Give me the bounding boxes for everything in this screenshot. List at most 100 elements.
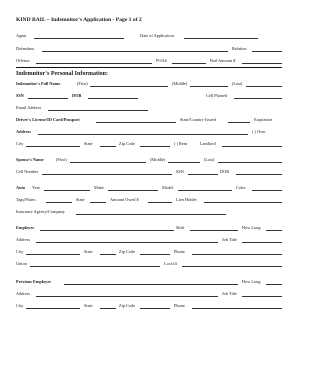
email-label: Email Address	[16, 105, 42, 110]
agent-field[interactable]	[34, 38, 124, 39]
make-label: Make	[94, 185, 104, 190]
relation-field[interactable]	[252, 51, 282, 52]
spouse-dob-field[interactable]	[236, 174, 282, 175]
employer-field[interactable]	[40, 230, 174, 231]
state-issued-field[interactable]	[228, 122, 250, 123]
insurance-label: Insurance Agency/Company	[16, 209, 65, 214]
spouse-last-label: (Last)	[204, 157, 215, 162]
middle-label: (Middle)	[172, 81, 188, 86]
date-of-application-field[interactable]	[184, 38, 258, 39]
previous-address-field[interactable]	[36, 296, 218, 297]
spouse-ssn-field[interactable]	[188, 174, 218, 175]
spouse-first-label: (First)	[56, 157, 67, 162]
poa-label: POA#	[156, 58, 167, 63]
employer-label: Employer	[16, 225, 35, 230]
auto-state-field[interactable]	[90, 202, 106, 203]
previous-zip-field[interactable]	[140, 308, 170, 309]
cell-phone-field[interactable]	[234, 98, 282, 99]
previous-how-long-label: How Long	[242, 279, 261, 284]
tags-label: Tags/Plates	[16, 197, 36, 202]
cell-phone-label: Cell Phone#	[206, 93, 228, 98]
rent-option[interactable]: ( ) Rent	[174, 141, 187, 146]
spouse-cell-field[interactable]	[42, 174, 172, 175]
license-field[interactable]	[96, 122, 176, 123]
agent-label: Agent	[16, 33, 27, 38]
full-name-label: Indemnitor's Full Name	[16, 81, 61, 86]
local-field[interactable]	[182, 266, 282, 267]
model-field[interactable]	[178, 190, 232, 191]
state-field[interactable]	[100, 146, 116, 147]
email-field[interactable]	[48, 110, 148, 111]
address-field[interactable]	[38, 134, 248, 135]
auto-label: Auto	[16, 185, 26, 190]
employer-city-field[interactable]	[26, 254, 80, 255]
last-label: (Last)	[232, 81, 243, 86]
employer-address-field[interactable]	[36, 242, 218, 243]
offense-label: Offense	[16, 58, 30, 63]
own-option[interactable]: ( ) Own	[252, 129, 265, 134]
bail-amount-label: Bail Amount $	[210, 58, 236, 63]
model-label: Model	[162, 185, 174, 190]
employer-city-label: City	[16, 249, 24, 254]
how-long-field[interactable]	[266, 230, 282, 231]
amount-owed-field[interactable]	[148, 202, 172, 203]
previous-phone-field[interactable]	[192, 308, 282, 309]
previous-phone-label: Phone	[174, 303, 185, 308]
previous-job-title-field[interactable]	[242, 296, 282, 297]
previous-job-title-label: Job Title	[222, 291, 237, 296]
previous-state-field[interactable]	[100, 308, 116, 309]
zip-field[interactable]	[140, 146, 170, 147]
union-label: Union	[16, 261, 27, 266]
expiration-label: Expiration	[254, 117, 273, 122]
city-label: City	[16, 141, 24, 146]
spouse-ssn-label: SSN	[176, 169, 184, 174]
previous-employer-label: Previous Employer	[16, 279, 52, 284]
insurance-field[interactable]	[76, 214, 226, 215]
address-label: Address	[16, 129, 31, 134]
union-field[interactable]	[30, 266, 160, 267]
previous-how-long-field[interactable]	[266, 284, 282, 285]
spouse-first-field[interactable]	[70, 162, 146, 163]
ssn-field[interactable]	[28, 98, 68, 99]
spouse-dob-label: DOB	[220, 169, 230, 174]
employer-phone-field[interactable]	[192, 254, 282, 255]
date-of-application-label: Date of Application	[140, 33, 174, 38]
state-label: State	[84, 141, 93, 146]
offense-field[interactable]	[36, 63, 152, 64]
bail-amount-field[interactable]	[242, 63, 282, 64]
amount-owed-label: Amount Owed $	[110, 197, 139, 202]
spouse-cell-label: Cell Number	[16, 169, 39, 174]
year-field[interactable]	[44, 190, 90, 191]
landlord-label: Landlord	[200, 141, 216, 146]
defendant-field[interactable]	[42, 51, 228, 52]
tags-field[interactable]	[46, 202, 72, 203]
first-label: (First)	[77, 81, 88, 86]
lien-holder-field[interactable]	[204, 202, 282, 203]
last-name-field[interactable]	[246, 86, 282, 87]
employer-state-field[interactable]	[100, 254, 116, 255]
state-country-issued-label: State/Country Issued	[180, 117, 216, 122]
color-field[interactable]	[252, 190, 282, 191]
job-title-field[interactable]	[242, 242, 282, 243]
local-label: Local #	[164, 261, 178, 266]
shift-field[interactable]	[190, 230, 238, 231]
employer-zip-field[interactable]	[140, 254, 170, 255]
spouse-middle-field[interactable]	[168, 162, 200, 163]
auto-state-label: State	[76, 197, 85, 202]
poa-field[interactable]	[172, 63, 206, 64]
make-field[interactable]	[108, 190, 158, 191]
landlord-field[interactable]	[222, 146, 282, 147]
previous-state-label: State	[84, 303, 93, 308]
dob-field[interactable]	[88, 98, 138, 99]
previous-city-field[interactable]	[26, 308, 80, 309]
employer-phone-label: Phone	[174, 249, 185, 254]
previous-employer-field[interactable]	[64, 284, 238, 285]
defendant-label: Defendant	[16, 46, 34, 51]
spouse-last-field[interactable]	[218, 162, 282, 163]
middle-name-field[interactable]	[190, 86, 228, 87]
first-name-field[interactable]	[90, 86, 168, 87]
city-field[interactable]	[26, 146, 80, 147]
employer-address-label: Address	[16, 237, 31, 242]
relation-label: Relation	[232, 46, 247, 51]
how-long-label: How Long	[242, 225, 261, 230]
